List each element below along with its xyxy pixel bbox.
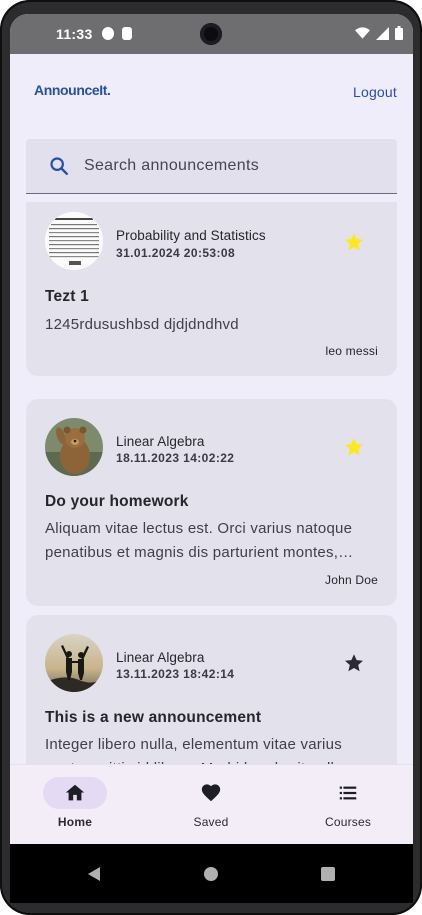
- logout-button[interactable]: Logout: [353, 84, 397, 100]
- nav-item-home[interactable]: Home: [25, 777, 125, 829]
- app-screen: 11:33 AnnounceIt. Logout Search announce…: [10, 14, 413, 903]
- bear-photo-icon: [45, 418, 103, 476]
- star-icon[interactable]: [343, 652, 365, 674]
- status-time: 11:33: [56, 26, 93, 42]
- people-silhouette-photo-icon: [45, 634, 103, 692]
- announcement-date: 13.11.2023 18:42:14: [116, 667, 235, 681]
- course-avatar: [45, 212, 103, 270]
- announcement-author: John Doe: [325, 573, 378, 587]
- announcement-author: leo messi: [325, 344, 378, 358]
- announcement-title: Do your homework: [45, 493, 189, 510]
- course-avatar: [45, 634, 103, 692]
- announcement-body: 1245rdusushbsd djdjdndhvd: [45, 316, 239, 333]
- nav-indicator: [43, 777, 107, 809]
- sd-card-icon: [122, 27, 132, 40]
- home-button-icon[interactable]: [203, 866, 219, 882]
- notification-icon: [102, 27, 114, 40]
- announcement-card[interactable]: Linear Algebra 18.11.2023 14:02:22 Do yo…: [26, 399, 397, 606]
- nav-indicator: [179, 777, 243, 809]
- announcement-body: Integer libero nulla, elementum vitae va…: [45, 736, 367, 764]
- nav-item-saved[interactable]: Saved: [161, 777, 261, 829]
- announcement-title: Tezt 1: [45, 288, 89, 305]
- status-icons: [355, 26, 403, 40]
- star-icon[interactable]: [343, 436, 365, 458]
- announcement-card[interactable]: Linear Algebra 13.11.2023 18:42:14 This …: [26, 615, 397, 764]
- announcement-feed[interactable]: Probability and Statistics 31.01.2024 20…: [26, 202, 397, 764]
- app-logo: AnnounceIt.: [34, 82, 111, 98]
- course-name: Linear Algebra: [116, 434, 205, 449]
- nav-label: Courses: [324, 815, 372, 829]
- wifi-icon: [355, 27, 370, 39]
- star-icon[interactable]: [343, 231, 365, 253]
- announcement-title: This is a new announcement: [45, 709, 262, 726]
- announcement-card[interactable]: Probability and Statistics 31.01.2024 20…: [26, 202, 397, 376]
- app-header: AnnounceIt. Logout: [10, 54, 413, 134]
- nav-item-courses[interactable]: Courses: [298, 777, 398, 829]
- recents-icon[interactable]: [320, 866, 336, 882]
- announcement-date: 31.01.2024 20:53:08: [116, 246, 236, 260]
- home-icon: [65, 784, 85, 801]
- nav-indicator: [316, 777, 380, 809]
- search-icon: [50, 157, 68, 175]
- announcement-body: Aliquam vitae lectus est. Orci varius na…: [45, 520, 353, 561]
- signal-icon: [376, 26, 389, 40]
- course-avatar: [45, 418, 103, 476]
- course-name: Probability and Statistics: [116, 228, 266, 243]
- battery-icon: [395, 26, 403, 40]
- phone-frame: 11:33 AnnounceIt. Logout Search announce…: [0, 0, 422, 915]
- back-icon[interactable]: [86, 866, 102, 882]
- list-icon: [339, 786, 357, 800]
- document-thumbnail-icon: [45, 212, 103, 270]
- course-name: Linear Algebra: [116, 650, 205, 665]
- status-bar: 11:33: [10, 14, 413, 54]
- system-navigation-bar: [10, 844, 413, 903]
- nav-label: Home: [57, 815, 93, 829]
- search-bar[interactable]: [26, 139, 397, 194]
- heart-icon: [201, 784, 221, 802]
- nav-label: Saved: [193, 815, 229, 829]
- bottom-navigation: Home Saved Courses: [10, 764, 413, 845]
- front-camera: [200, 23, 222, 45]
- search-input[interactable]: [82, 156, 366, 176]
- announcement-date: 18.11.2023 14:02:22: [116, 451, 235, 465]
